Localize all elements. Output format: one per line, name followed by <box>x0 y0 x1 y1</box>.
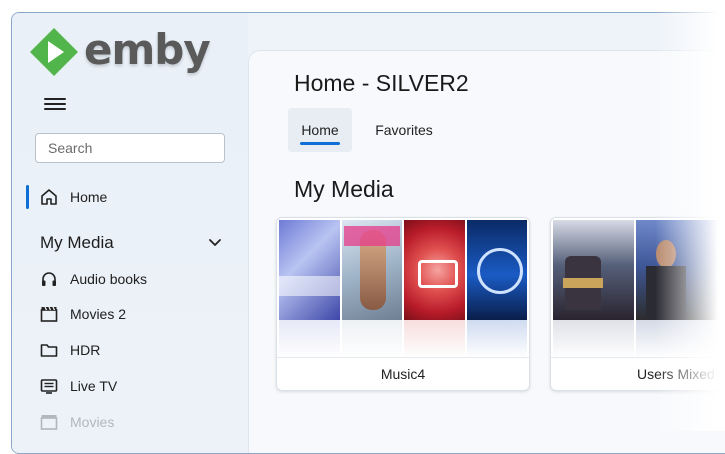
clapperboard-icon <box>40 415 58 430</box>
library-card-music4[interactable]: Music4 <box>276 217 530 391</box>
section-title: My Media <box>294 176 394 202</box>
emby-logo[interactable]: emby <box>28 24 211 79</box>
sidebar-item-label: Movies 2 <box>70 306 127 322</box>
library-name: Music4 <box>277 357 529 390</box>
sidebar-item-movies[interactable]: Movies <box>40 411 114 433</box>
emby-logo-icon <box>30 28 78 76</box>
movie-poster <box>719 220 725 320</box>
movie-poster <box>636 220 718 320</box>
home-icon <box>41 189 57 205</box>
tv-guide-icon <box>40 379 58 394</box>
section-title: My Media <box>40 233 114 252</box>
sidebar-item-audio-books[interactable]: Audio books <box>40 268 147 290</box>
clapperboard-icon <box>40 306 58 322</box>
reflection-fade <box>551 320 725 358</box>
library-artwork <box>553 220 725 320</box>
tab-label: Home <box>301 122 339 138</box>
main-content: Home - SILVER2 Home Favorites My Media M… <box>248 50 725 453</box>
sidebar-item-movies-2[interactable]: Movies 2 <box>40 303 126 325</box>
sidebar-item-home[interactable]: Home <box>40 186 107 208</box>
sidebar-item-label: Audio books <box>70 271 148 287</box>
menu-icon[interactable] <box>44 95 66 113</box>
album-cover <box>279 220 340 320</box>
sidebar-item-hdr[interactable]: HDR <box>40 339 100 361</box>
sidebar-item-label: Live TV <box>70 378 118 394</box>
headphones-icon <box>42 272 56 286</box>
page-title: Home - SILVER2 <box>294 70 469 96</box>
search-box[interactable] <box>35 133 229 163</box>
album-cover <box>466 220 527 320</box>
sidebar: emby Home My Media <box>12 13 248 453</box>
emby-logo-text: emby <box>84 24 211 74</box>
folder-icon <box>40 344 58 357</box>
tab-favorites[interactable]: Favorites <box>364 108 444 152</box>
chevron-down-icon[interactable] <box>208 238 222 248</box>
library-name: Users Mixed <box>551 357 725 390</box>
sidebar-item-label: Home <box>70 189 108 205</box>
tab-home[interactable]: Home <box>288 108 352 152</box>
library-artwork <box>279 220 527 320</box>
tab-label: Favorites <box>375 122 433 138</box>
sidebar-item-label: HDR <box>70 342 101 358</box>
sidebar-item-label: Movies <box>70 414 115 430</box>
search-input[interactable] <box>48 140 229 156</box>
active-indicator <box>26 185 29 209</box>
sidebar-item-live-tv[interactable]: Live TV <box>40 375 117 397</box>
active-tab-underline <box>300 142 340 145</box>
app-window: emby Home My Media <box>11 12 725 454</box>
album-cover <box>404 220 465 320</box>
library-card-users-mixed[interactable]: Users Mixed <box>550 217 725 391</box>
reflection-fade <box>277 320 529 358</box>
my-media-section-header[interactable]: My Media <box>40 233 222 253</box>
album-cover <box>341 220 402 320</box>
movie-poster <box>553 220 635 320</box>
